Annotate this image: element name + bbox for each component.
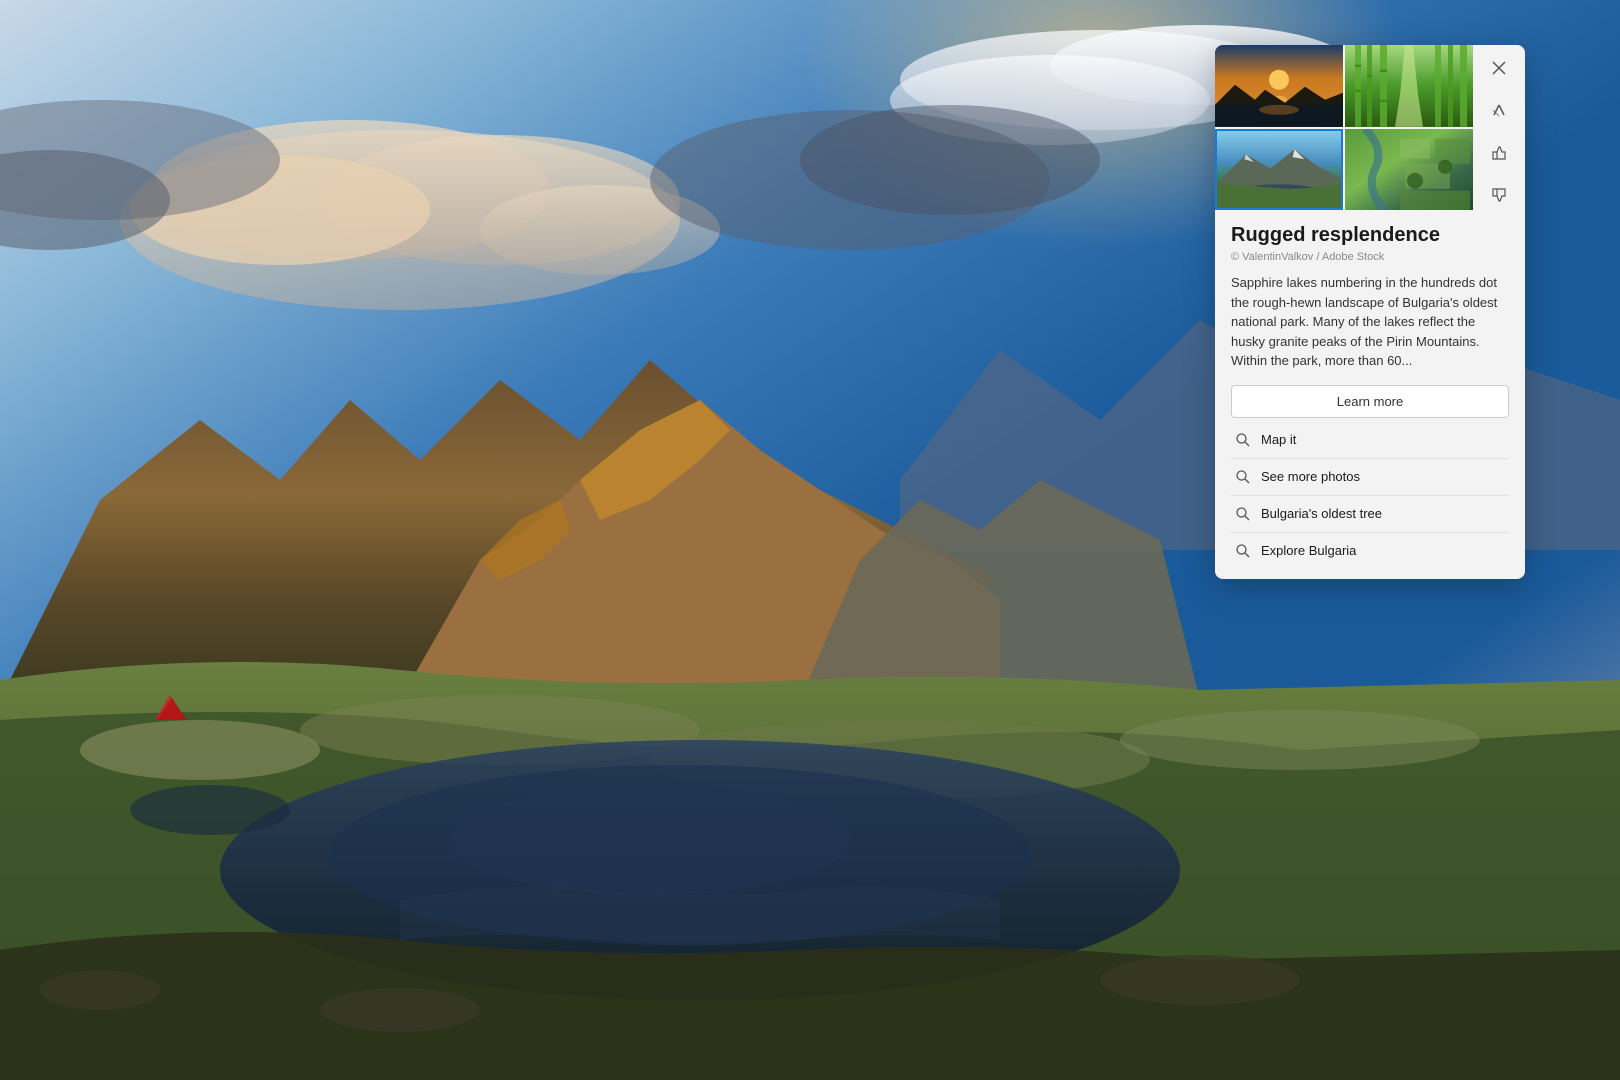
search-link-explore[interactable]: Explore Bulgaria — [1231, 533, 1509, 569]
search-icon — [1235, 543, 1251, 559]
panel-description: Sapphire lakes numbering in the hundreds… — [1231, 273, 1509, 371]
info-panel: Rugged resplendence © ValentinValkov / A… — [1215, 45, 1525, 579]
search-link-photos-label: See more photos — [1261, 469, 1360, 484]
search-links: Map it See more photos Bulgaria's oldest… — [1231, 422, 1509, 569]
minimize-button[interactable] — [1483, 95, 1515, 125]
search-link-map[interactable]: Map it — [1231, 422, 1509, 459]
panel-actions — [1473, 45, 1525, 210]
search-link-photos[interactable]: See more photos — [1231, 459, 1509, 496]
photo-thumb-lake-sunset[interactable] — [1215, 45, 1343, 127]
learn-more-button[interactable]: Learn more — [1231, 385, 1509, 418]
photo-thumb-bamboo[interactable] — [1345, 45, 1473, 127]
panel-body: Rugged resplendence © ValentinValkov / A… — [1215, 210, 1525, 579]
close-button[interactable] — [1483, 53, 1515, 83]
search-link-tree-label: Bulgaria's oldest tree — [1261, 506, 1382, 521]
panel-credit: © ValentinValkov / Adobe Stock — [1231, 251, 1509, 263]
search-icon — [1235, 432, 1251, 448]
photo-thumb-aerial[interactable] — [1345, 129, 1473, 211]
thumbs-down-button[interactable] — [1483, 180, 1515, 210]
panel-header — [1215, 45, 1525, 210]
search-link-tree[interactable]: Bulgaria's oldest tree — [1231, 496, 1509, 533]
search-link-map-label: Map it — [1261, 432, 1296, 447]
search-icon — [1235, 506, 1251, 522]
search-link-explore-label: Explore Bulgaria — [1261, 543, 1356, 558]
thumbs-up-button[interactable] — [1483, 138, 1515, 168]
panel-title: Rugged resplendence — [1231, 224, 1509, 247]
photo-grid — [1215, 45, 1473, 210]
search-icon — [1235, 469, 1251, 485]
photo-thumb-mountain-lake[interactable] — [1215, 129, 1343, 211]
